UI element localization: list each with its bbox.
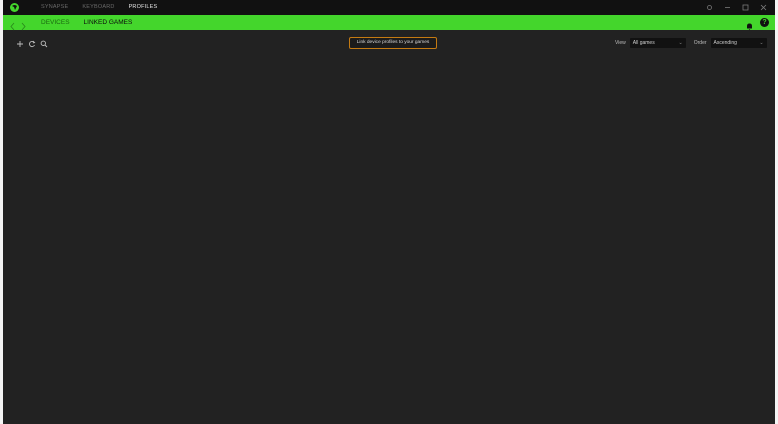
top-nav: SYNAPSE KEYBOARD PROFILES — [41, 0, 171, 15]
link-profiles-hint: Link device profiles to your games — [349, 37, 437, 49]
top-tab-keyboard[interactable]: KEYBOARD — [82, 0, 114, 15]
view-select[interactable]: All games ⌄ — [629, 38, 686, 48]
filters: View All games ⌄ Order Ascending ⌄ — [615, 38, 767, 48]
minimize-icon[interactable] — [721, 0, 735, 15]
chevron-down-icon: ⌄ — [678, 40, 683, 46]
refresh-icon[interactable] — [27, 39, 37, 49]
forward-arrow-icon[interactable] — [19, 18, 27, 31]
top-tab-synapse[interactable]: SYNAPSE — [41, 0, 68, 15]
title-bar: SYNAPSE KEYBOARD PROFILES — [3, 0, 775, 15]
view-select-value: All games — [632, 40, 655, 46]
chevron-down-icon: ⌄ — [759, 40, 764, 46]
help-icon[interactable]: ? — [760, 18, 769, 27]
window-controls — [699, 0, 771, 15]
tab-devices[interactable]: DEVICES — [41, 15, 70, 30]
view-label: View — [615, 40, 626, 46]
order-select[interactable]: Ascending ⌄ — [710, 38, 767, 48]
order-select-value: Ascending — [713, 40, 737, 46]
back-arrow-icon[interactable] — [9, 18, 17, 31]
order-label: Order — [693, 40, 707, 46]
settings-icon[interactable] — [703, 0, 717, 15]
tab-linked-games[interactable]: LINKED GAMES — [84, 15, 133, 30]
maximize-icon[interactable] — [739, 0, 753, 15]
section-bar-actions: ? — [745, 15, 769, 31]
toolbar — [15, 39, 51, 49]
close-icon[interactable] — [757, 0, 771, 15]
sub-nav: DEVICES LINKED GAMES — [41, 15, 146, 30]
razer-logo-icon — [10, 3, 19, 12]
notification-bell-icon[interactable] — [745, 18, 754, 31]
app-window: SYNAPSE KEYBOARD PROFILES DEVICES LINKED… — [3, 0, 775, 424]
top-tab-profiles[interactable]: PROFILES — [129, 0, 158, 15]
search-icon[interactable] — [39, 39, 49, 49]
add-icon[interactable] — [15, 39, 25, 49]
history-nav — [9, 18, 29, 31]
section-bar: DEVICES LINKED GAMES ? — [3, 15, 775, 31]
